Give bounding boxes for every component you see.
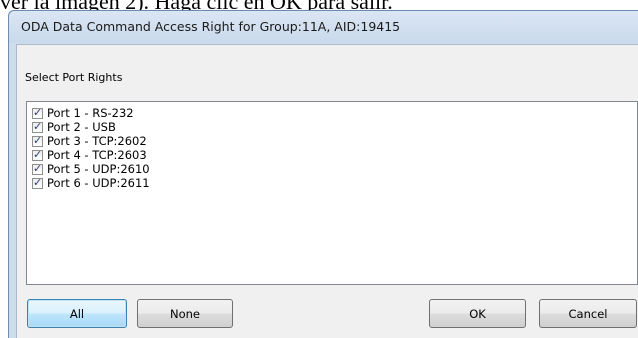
ok-button[interactable]: OK <box>429 299 526 328</box>
port-item-5[interactable]: Port 5 - UDP:2610 <box>32 162 150 176</box>
cancel-button[interactable]: Cancel <box>539 299 637 328</box>
dialog-client-area: Select Port Rights Port 1 - RS-232 Port … <box>16 44 638 338</box>
title-bar[interactable]: ODA Data Command Access Right for Group:… <box>9 11 638 43</box>
none-button[interactable]: None <box>137 299 233 328</box>
port-2-label: Port 2 - USB <box>47 120 116 134</box>
port-6-checkbox[interactable] <box>32 176 43 189</box>
port-item-4[interactable]: Port 4 - TCP:2603 <box>32 148 147 162</box>
port-item-3[interactable]: Port 3 - TCP:2602 <box>32 134 147 148</box>
port-4-checkbox[interactable] <box>32 148 43 161</box>
port-item-2[interactable]: Port 2 - USB <box>32 120 116 134</box>
port-5-checkbox[interactable] <box>32 162 43 175</box>
port-6-label: Port 6 - UDP:2611 <box>47 176 150 190</box>
port-list[interactable]: Port 1 - RS-232 Port 2 - USB Port 3 - TC… <box>26 101 638 285</box>
all-button[interactable]: All <box>27 299 127 328</box>
port-item-1[interactable]: Port 1 - RS-232 <box>32 106 134 120</box>
port-4-label: Port 4 - TCP:2603 <box>47 148 147 162</box>
port-1-checkbox[interactable] <box>32 106 43 119</box>
group-label: Select Port Rights <box>25 71 123 84</box>
port-3-label: Port 3 - TCP:2602 <box>47 134 147 148</box>
window-title: ODA Data Command Access Right for Group:… <box>21 19 401 34</box>
port-5-label: Port 5 - UDP:2610 <box>47 162 150 176</box>
port-item-6[interactable]: Port 6 - UDP:2611 <box>32 176 150 190</box>
port-3-checkbox[interactable] <box>32 134 43 147</box>
port-2-checkbox[interactable] <box>32 120 43 133</box>
port-rights-dialog: ODA Data Command Access Right for Group:… <box>8 10 638 338</box>
port-1-label: Port 1 - RS-232 <box>47 106 134 120</box>
